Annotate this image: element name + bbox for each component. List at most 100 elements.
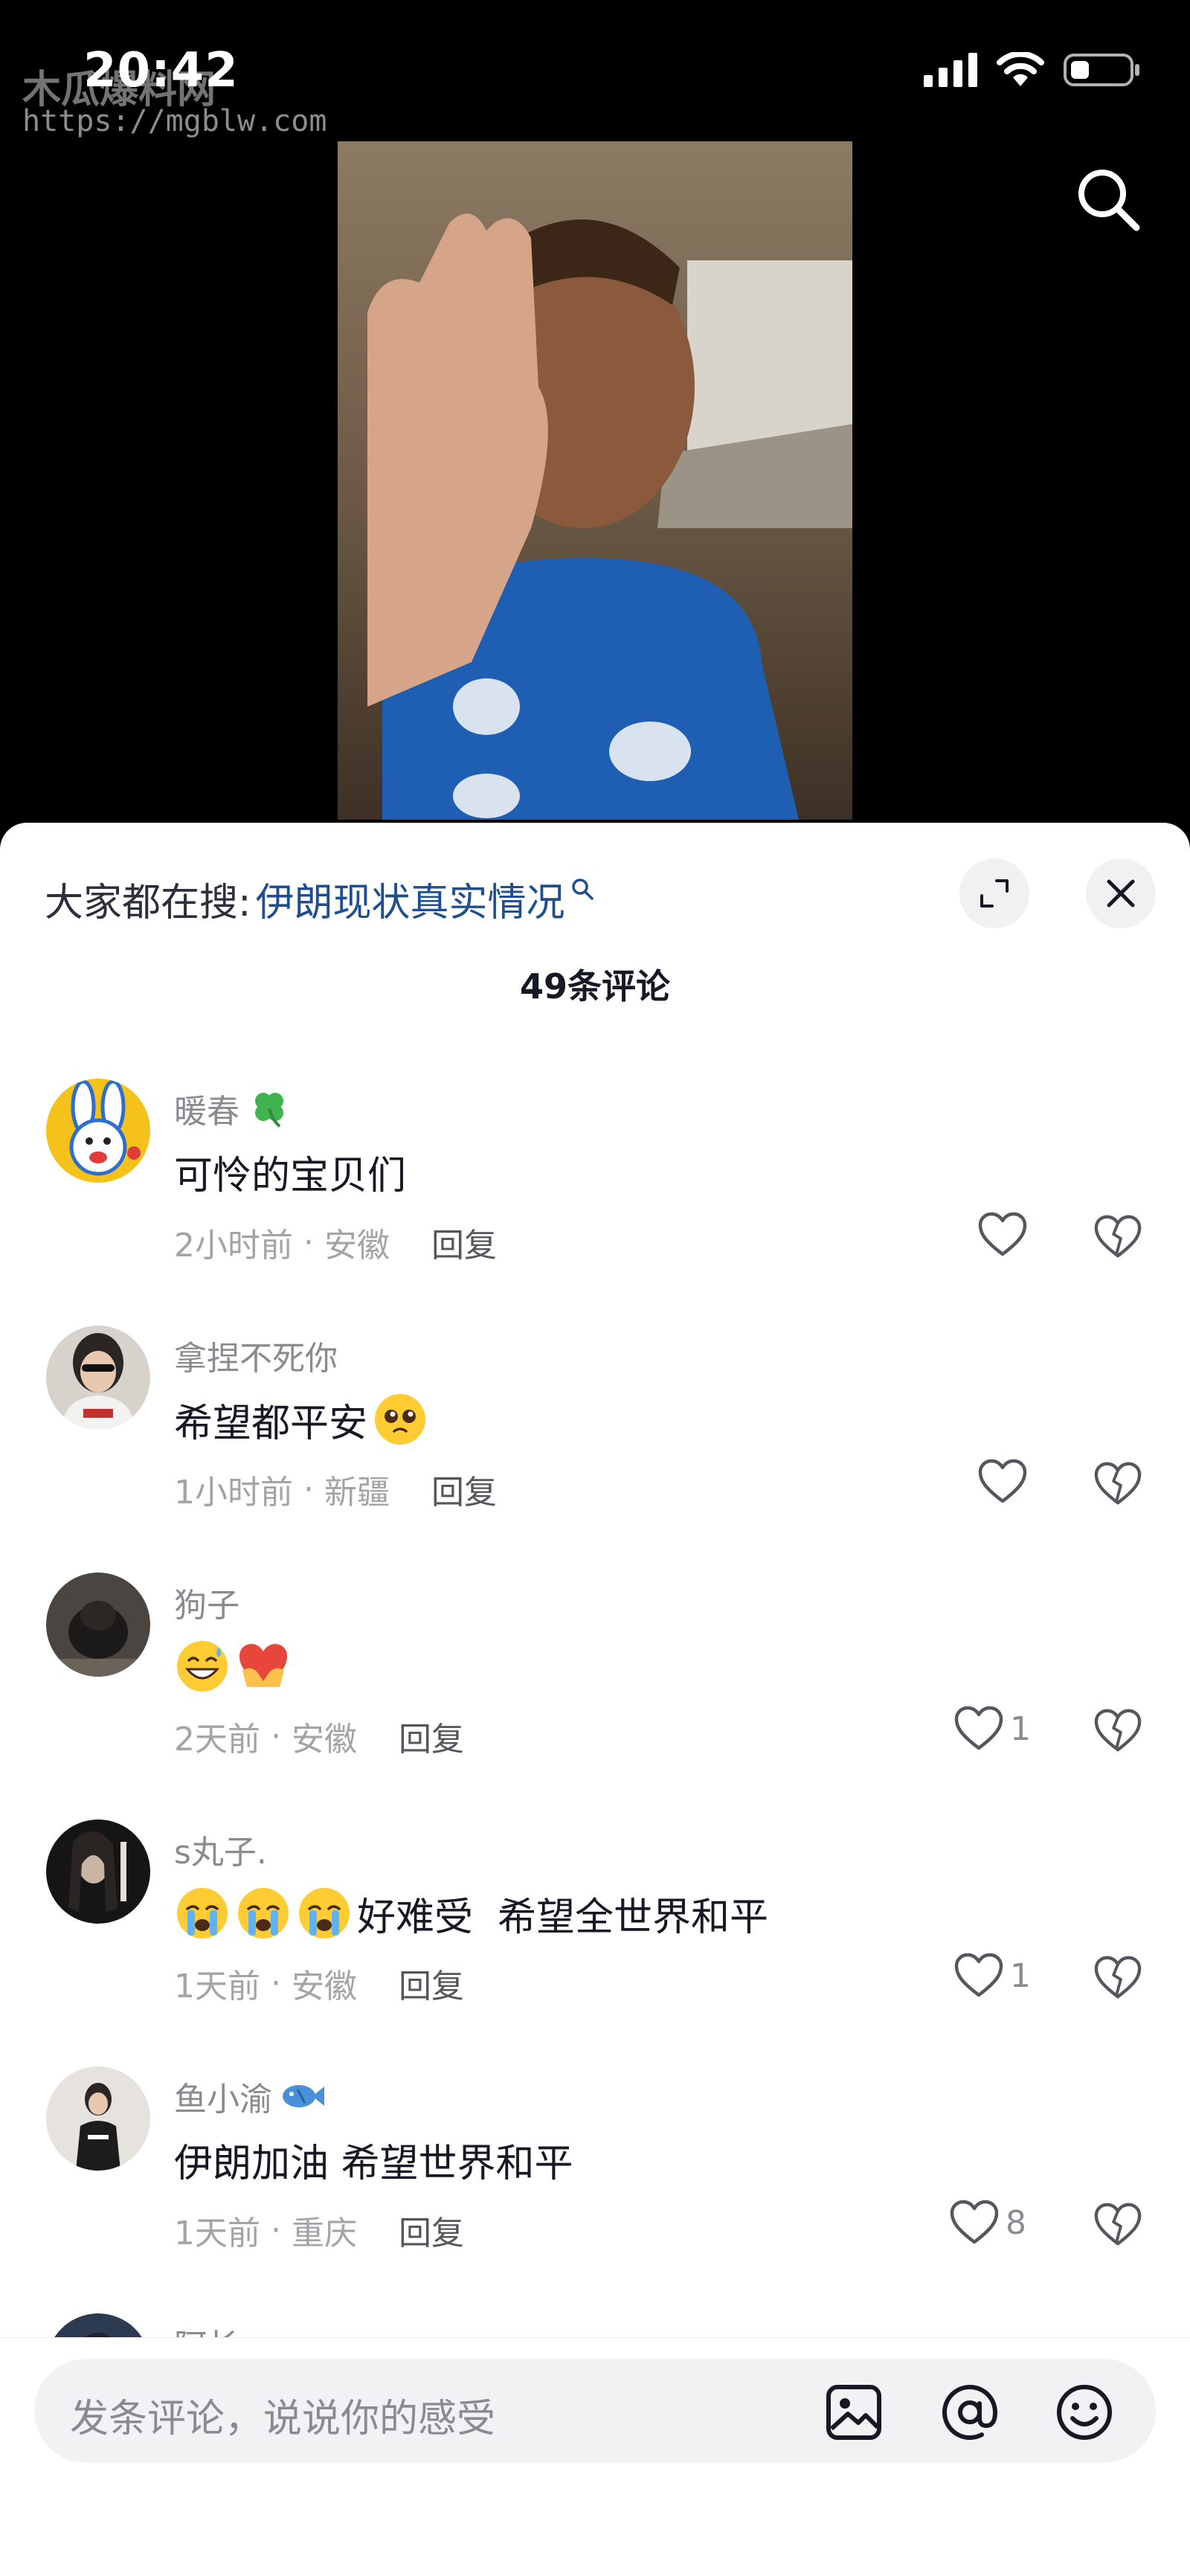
clover-icon (255, 1093, 283, 1128)
status-bar: 木瓜爆料网 20:42 https://mgblw.com (0, 0, 1190, 141)
cellular-signal-icon (924, 53, 977, 87)
comment-item: 鱼小渝 伊朗加油 希望世界和平 1天前 · 重庆 回复 8 (0, 2066, 1190, 2312)
fish-icon (283, 2085, 324, 2107)
comment-meta: 2小时前 · 安徽 回复 (174, 1218, 497, 1266)
expand-icon (980, 879, 1009, 908)
comment-text: 可怜的宝贝们 (174, 1144, 406, 1200)
username-text: s丸子. (174, 1834, 267, 1872)
avatar[interactable] (46, 1819, 150, 1924)
like-button[interactable] (977, 1458, 1034, 1506)
comment-time: 1天前 (174, 2214, 260, 2252)
like-button[interactable]: 8 (949, 2199, 1026, 2246)
comment-username[interactable]: 狗子 (174, 1578, 239, 1626)
broken-heart-icon (1094, 1215, 1142, 1258)
comment-item: 拿捏不死你 希望都平安 1小时前 · 新疆 回复 (0, 1326, 1190, 1571)
wifi-icon (997, 52, 1044, 86)
reply-button[interactable]: 回复 (399, 1712, 464, 1760)
username-text: 暖春 (174, 1093, 239, 1131)
comment-username[interactable]: 拿捏不死你 (174, 1332, 338, 1379)
comment-meta: 2天前 · 安徽 回复 (174, 1712, 464, 1760)
crying-face-icon (177, 1888, 228, 1939)
heart-icon (950, 2200, 999, 2244)
comment-meta: 1天前 · 安徽 回复 (174, 1959, 464, 2007)
status-icons (924, 52, 1141, 88)
username-text: 鱼小渝 (174, 2081, 272, 2119)
search-suggestion-term[interactable]: 伊朗现状真实情况 (256, 871, 565, 927)
dislike-button[interactable] (1093, 1706, 1142, 1756)
heart-icon (954, 1706, 1003, 1750)
comment-sheet: 大家都在搜: 伊朗现状真实情况 49条评论 暖春 可怜的宝贝们 2小时前 · 安… (0, 823, 1190, 2575)
heart-icon (978, 1459, 1027, 1503)
pleading-face-icon (375, 1394, 426, 1445)
comment-username[interactable]: 鱼小渝 (174, 2072, 326, 2120)
emoji-button[interactable] (1053, 2381, 1116, 2444)
comment-text-content: 希望都平安 (174, 1401, 368, 1446)
broken-heart-icon (1094, 1462, 1142, 1505)
meta-separator: · (293, 1470, 324, 1509)
avatar[interactable] (46, 1573, 150, 1677)
dislike-button[interactable] (1093, 2200, 1142, 2249)
like-count: 1 (1010, 1709, 1031, 1748)
avatar[interactable] (46, 1326, 150, 1430)
comment-item: 暖春 可怜的宝贝们 2小时前 · 安徽 回复 (0, 1079, 1190, 1324)
heart-icon (978, 1212, 1027, 1256)
battery-icon (1064, 54, 1139, 86)
comment-input-bar: 发条评论，说说你的感受 (0, 2337, 1190, 2576)
mention-button[interactable] (939, 2381, 1001, 2444)
heart-icon (954, 1953, 1003, 1997)
comment-username[interactable]: 暖春 (174, 1085, 292, 1132)
close-button[interactable] (1086, 858, 1156, 928)
comment-input-placeholder: 发条评论，说说你的感受 (70, 2397, 496, 2441)
comment-input[interactable]: 发条评论，说说你的感受 (34, 2359, 1156, 2463)
reply-button[interactable]: 回复 (399, 1959, 464, 2007)
like-button[interactable]: 1 (953, 1705, 1031, 1753)
image-icon (826, 2385, 881, 2440)
comment-text: 伊朗加油 希望世界和平 (174, 2132, 573, 2188)
image-button[interactable] (823, 2381, 885, 2444)
dislike-button[interactable] (1093, 1212, 1142, 1262)
expand-button[interactable] (959, 858, 1029, 928)
comment-count: 49条评论 (519, 966, 670, 1006)
reply-button[interactable]: 回复 (431, 1218, 497, 1266)
comment-username[interactable]: s丸子. (174, 1825, 267, 1873)
search-suggestion[interactable]: 大家都在搜: 伊朗现状真实情况 (45, 869, 595, 928)
comment-time: 1小时前 (174, 1474, 293, 1512)
comment-meta: 1天前 · 重庆 回复 (174, 2206, 464, 2254)
watermark-url: https://mgblw.com (22, 104, 327, 138)
comment-text-content: 可怜的宝贝们 (174, 1154, 407, 1198)
comment-text-content: 好难受 希望全世界和平 (357, 1895, 769, 1940)
search-icon[interactable] (1071, 162, 1145, 237)
grinning-sweat-face-icon (177, 1641, 228, 1692)
dislike-button[interactable] (1093, 1459, 1142, 1509)
broken-heart-icon (1094, 2203, 1142, 2246)
comment-time: 2小时前 (174, 1227, 293, 1265)
avatar[interactable] (46, 2066, 150, 2171)
like-count: 1 (1010, 1956, 1031, 1995)
broken-heart-icon (1094, 1709, 1142, 1752)
like-button[interactable] (977, 1211, 1034, 1259)
username-text: 狗子 (174, 1587, 239, 1625)
avatar[interactable] (46, 1079, 150, 1183)
heart-hands-icon (239, 1644, 287, 1687)
meta-separator: · (260, 1964, 292, 2002)
meta-separator: · (293, 1223, 324, 1262)
dislike-button[interactable] (1093, 1953, 1142, 2002)
search-suggestion-prefix: 大家都在搜: (45, 880, 251, 925)
comment-meta: 1小时前 · 新疆 回复 (174, 1465, 497, 1513)
like-button[interactable]: 1 (953, 1952, 1031, 2000)
like-count: 8 (1006, 2203, 1026, 2242)
reply-button[interactable]: 回复 (431, 1465, 497, 1513)
small-search-icon (571, 879, 594, 900)
comment-text (174, 1638, 292, 1695)
at-icon (942, 2385, 998, 2440)
comment-text: 希望都平安 (174, 1391, 428, 1448)
comment-item: 狗子 2天前 · 安徽 回复 1 (0, 1573, 1190, 1818)
comment-time: 1天前 (174, 1968, 260, 2005)
crying-face-icon (299, 1888, 350, 1939)
reply-button[interactable]: 回复 (399, 2206, 464, 2254)
comment-item: s丸子. 好难受 希望全世界和平 1天前 · 安徽 回复 1 (0, 1819, 1190, 2065)
comment-location: 安徽 (291, 1721, 357, 1758)
comment-location: 新疆 (324, 1474, 390, 1512)
emoji-icon (1057, 2385, 1112, 2440)
video-frame[interactable] (338, 141, 852, 820)
